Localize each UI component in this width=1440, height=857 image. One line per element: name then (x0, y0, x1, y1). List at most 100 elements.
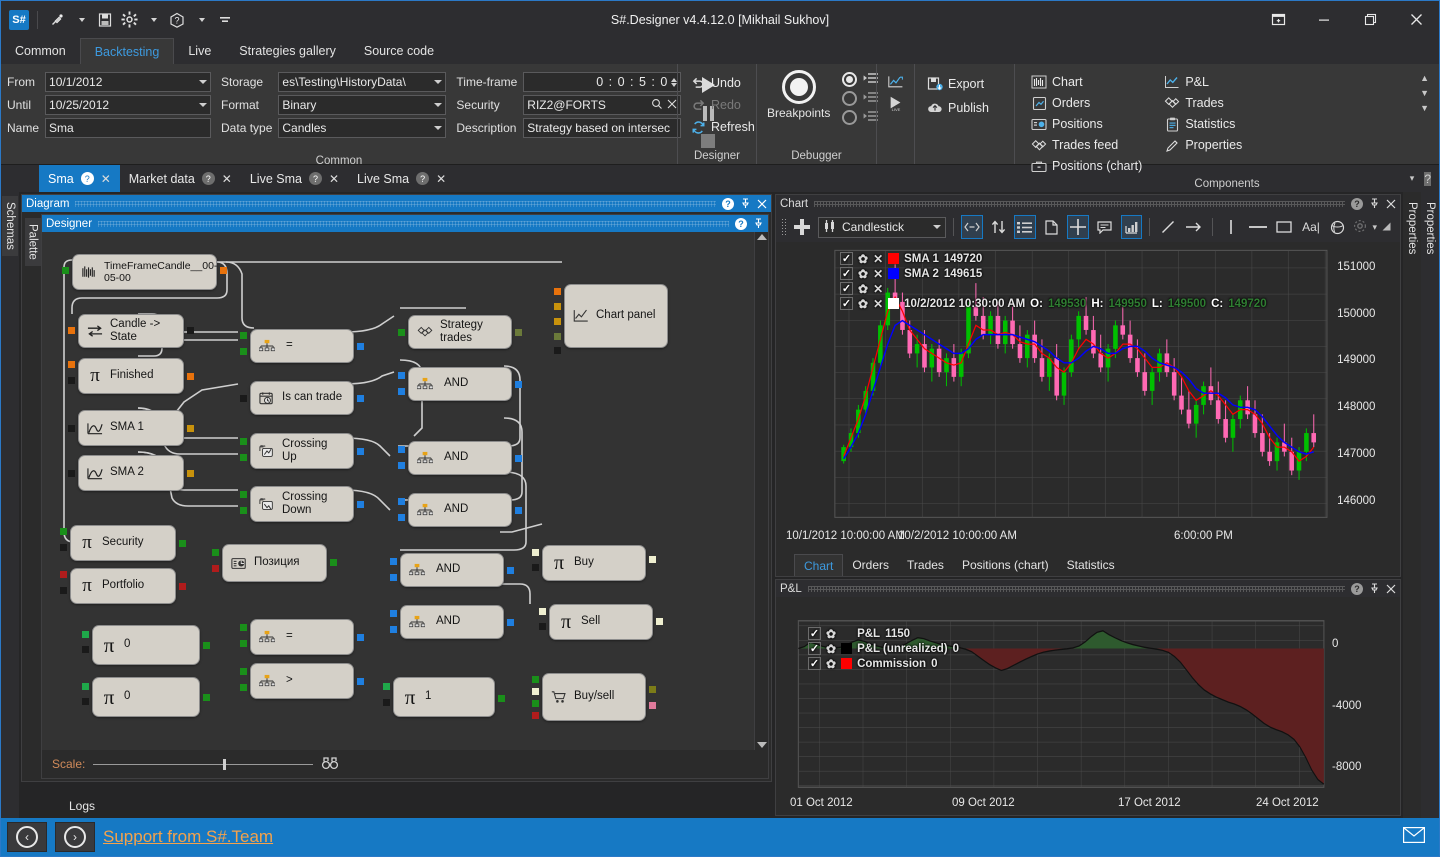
node-buy-sell[interactable]: Buy/sell (542, 673, 646, 721)
close-icon[interactable]: ✕ (436, 172, 446, 186)
node-buy[interactable]: π Buy (542, 545, 646, 581)
subtab-trades[interactable]: Trades (898, 554, 953, 576)
storage-combo[interactable]: es\Testing\HistoryData\ (278, 72, 446, 92)
auto-scale-button[interactable] (988, 215, 1010, 239)
maximize-button[interactable] (1347, 1, 1393, 38)
ribbon-tab-live[interactable]: Live (174, 38, 225, 64)
port-in-2[interactable] (398, 388, 405, 395)
series-visible-checkbox[interactable]: ✓ (808, 657, 821, 670)
gear-icon[interactable]: ✿ (858, 268, 868, 280)
chart-overflow-icon[interactable]: ▾ (1372, 223, 1377, 232)
port-in[interactable] (68, 425, 75, 432)
customize-toolbar-icon[interactable] (214, 8, 236, 32)
node-const-zero-2[interactable]: π 0 (92, 677, 200, 717)
port-in-1[interactable] (554, 288, 561, 295)
logs-tab[interactable]: Logs (61, 796, 103, 816)
node-sell[interactable]: π Sell (549, 604, 653, 640)
pin-icon[interactable] (740, 198, 751, 209)
text-tool-button[interactable]: Aa| (1300, 215, 1322, 239)
component-positions-button[interactable]: Positions (1025, 114, 1148, 134)
node-crossing-up[interactable]: Crossing Up (250, 433, 354, 469)
port-in-2[interactable] (60, 587, 67, 594)
series-type-select[interactable]: Candlestick (818, 217, 946, 238)
help-icon[interactable]: ? (202, 172, 215, 185)
component-chart-button[interactable]: Chart (1025, 72, 1148, 92)
port-in-3[interactable] (532, 700, 539, 707)
port-out[interactable] (220, 267, 227, 274)
side-tab-properties-inner[interactable]: Properties (1404, 196, 1420, 260)
component-statistics-button[interactable]: Statistics (1158, 114, 1248, 134)
gear-icon[interactable]: ✿ (858, 298, 868, 310)
close-icon[interactable] (757, 199, 767, 209)
node-timeframecandle[interactable]: TimeFrameCandle__00-05-00 (72, 254, 217, 290)
close-icon[interactable]: ✕ (329, 172, 339, 186)
ribbon-tab-strategies-gallery[interactable]: Strategies gallery (225, 38, 350, 64)
page-button[interactable] (1041, 215, 1063, 239)
previous-button[interactable]: ‹ (7, 822, 47, 852)
vline-tool-button[interactable] (1220, 215, 1242, 239)
port-out[interactable] (507, 619, 514, 626)
pin-icon[interactable] (753, 218, 764, 229)
port-in-1[interactable] (212, 549, 219, 556)
port-out[interactable] (515, 507, 522, 514)
port-out[interactable] (357, 448, 364, 455)
node-and-5[interactable]: AND (400, 605, 504, 639)
component-positions-chart-button[interactable]: Positions (chart) (1025, 156, 1148, 176)
component-properties-button[interactable]: Properties (1158, 135, 1248, 155)
scroll-up-icon[interactable]: ▲ (1420, 74, 1429, 83)
port-in-1[interactable] (532, 676, 539, 683)
chart-line-icon[interactable] (888, 74, 904, 90)
toolbar-grip[interactable] (781, 218, 786, 236)
hline-tool-button[interactable] (1247, 215, 1269, 239)
port-in-1[interactable] (532, 549, 539, 556)
port-in-2[interactable] (532, 688, 539, 695)
port-in-1[interactable] (60, 571, 67, 578)
arrow-tool-button[interactable] (1184, 215, 1206, 239)
help-icon[interactable]: ? (81, 172, 94, 185)
port-in-1[interactable] (240, 332, 247, 339)
close-icon[interactable]: ✕ (873, 253, 883, 265)
mail-icon[interactable] (1403, 827, 1433, 847)
port-out[interactable] (507, 567, 514, 574)
node-security[interactable]: π Security (70, 525, 176, 561)
port-out[interactable] (515, 381, 522, 388)
subtab-orders[interactable]: Orders (843, 554, 898, 576)
legend-row-pnl[interactable]: ✓ ✿ P&L 1150 (808, 627, 959, 640)
annotation-button[interactable] (1094, 215, 1116, 239)
node-and-3[interactable]: AND (408, 493, 512, 527)
port-in-2[interactable] (398, 462, 405, 469)
undo-button[interactable]: Undo (684, 73, 747, 93)
port-in[interactable] (68, 470, 75, 477)
port-in-2[interactable] (82, 646, 89, 653)
port-in-2[interactable] (532, 564, 539, 571)
rect-tool-button[interactable] (1274, 215, 1296, 239)
expand-gallery-icon[interactable]: ▼ (1420, 104, 1429, 113)
port-in-4[interactable] (532, 712, 539, 719)
chart-settings-icon[interactable] (1353, 219, 1367, 236)
port-out[interactable] (187, 373, 194, 380)
description-input[interactable]: Strategy based on intersec (523, 118, 681, 138)
port-in-1[interactable] (390, 558, 397, 565)
port-in[interactable] (68, 327, 75, 334)
crosshair-button[interactable] (1067, 215, 1089, 239)
zoom-fit-icon[interactable] (321, 755, 339, 774)
help-dropdown-icon[interactable] (190, 8, 212, 32)
port-in-5[interactable] (554, 347, 561, 354)
globe-tool-button[interactable] (1327, 215, 1349, 239)
scroll-down-icon[interactable] (757, 742, 767, 748)
component-pnl-button[interactable]: P&L (1158, 72, 1248, 92)
node-portfolio[interactable]: π Portfolio (70, 568, 176, 604)
search-icon[interactable] (651, 98, 663, 113)
node-candle-to-state[interactable]: Candle -> State (78, 314, 184, 348)
from-combo[interactable]: 10/1/2012 (45, 72, 211, 92)
ribbon-tab-source-code[interactable]: Source code (350, 38, 448, 64)
node-greater-than[interactable]: > (250, 663, 354, 699)
node-sma-1[interactable]: SMA 1 (78, 410, 184, 446)
port-in-2[interactable] (390, 626, 397, 633)
node-const-zero-1[interactable]: π 0 (92, 625, 200, 665)
node-position[interactable]: Позиция (222, 544, 327, 582)
gear-icon[interactable]: ✿ (858, 253, 868, 265)
doc-tab-sma[interactable]: Sma ? ✕ (39, 165, 120, 192)
port-in-1[interactable] (60, 528, 67, 535)
node-chart-panel[interactable]: Chart panel (564, 284, 668, 348)
